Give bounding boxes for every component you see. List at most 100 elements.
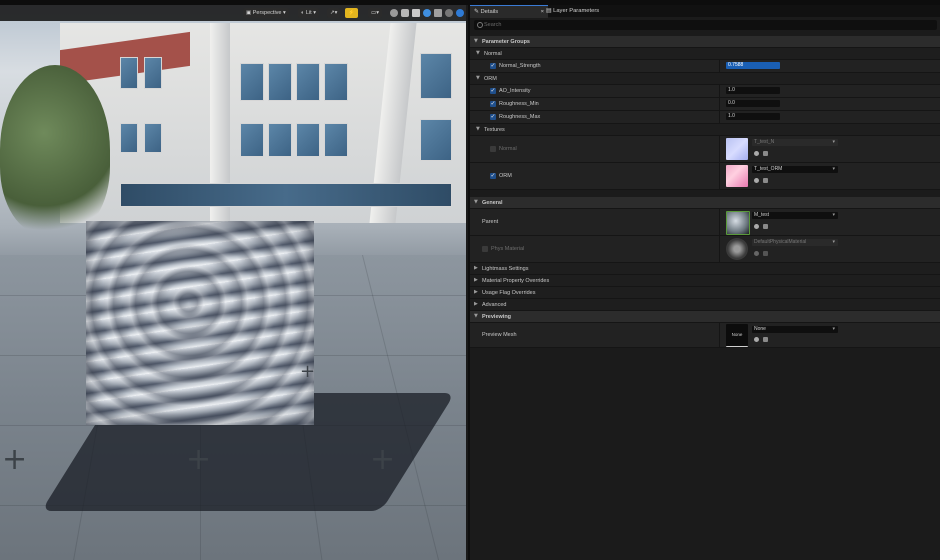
settings-icon[interactable] [456, 9, 464, 17]
section-previewing[interactable]: ▼ Previewing [470, 311, 940, 323]
browse-icon[interactable] [754, 151, 759, 156]
normal-texture-checkbox[interactable] [490, 146, 496, 152]
mesh-icon[interactable] [445, 9, 453, 17]
orm-texture-asset-picker[interactable]: T_test_ORM ▾ [752, 166, 838, 173]
layout-icon: ▭▾ [371, 10, 379, 16]
teapot-icon[interactable] [434, 9, 442, 17]
section-label: Parameter Groups [482, 38, 530, 45]
group-label: Normal [484, 50, 502, 57]
sphere-icon[interactable] [390, 9, 398, 17]
param-row-roughness-min: Roughness_Min 0.0 [470, 98, 940, 111]
folder-icon[interactable] [763, 178, 768, 183]
cube-icon[interactable] [423, 9, 431, 17]
ao-intensity-checkbox[interactable] [490, 87, 496, 94]
parent-material-thumbnail[interactable] [726, 211, 750, 235]
column-divider [719, 236, 720, 262]
building-window [420, 53, 452, 99]
param-label: Normal [499, 146, 517, 152]
browse-icon[interactable] [754, 251, 759, 256]
normal-strength-checkbox[interactable] [490, 62, 496, 69]
tab-layer-parameters[interactable]: ▤ Layer Parameters [542, 5, 640, 17]
folder-icon[interactable] [763, 251, 768, 256]
roughness-min-checkbox[interactable] [490, 100, 496, 107]
perspective-label: Perspective [252, 10, 282, 16]
browse-icon[interactable] [754, 224, 759, 229]
param-label: Roughness_Min [499, 101, 539, 107]
preview-mesh-picker[interactable]: None ▾ [752, 326, 838, 333]
phys-material-thumbnail[interactable] [726, 238, 748, 260]
perspective-dropdown[interactable]: ▣ Perspective ▾ [243, 8, 289, 18]
orm-texture-checkbox[interactable] [490, 172, 496, 179]
collapse-arrow-icon: ▼ [474, 38, 478, 44]
group-orm[interactable]: ▼ ORM [470, 73, 940, 85]
building-window [324, 63, 348, 101]
plane-icon[interactable] [412, 9, 420, 17]
ao-intensity-field[interactable]: 1.0 [726, 87, 780, 94]
asset-name: M_test [754, 212, 770, 218]
building-window [420, 119, 452, 161]
normal-texture-thumbnail[interactable] [726, 138, 748, 160]
roughness-max-checkbox[interactable] [490, 113, 496, 120]
building-window [268, 123, 292, 157]
details-panel: ✎ Details × ▤ Layer Parameters Search ▼ … [468, 5, 940, 560]
collapse-arrow-icon: ▼ [476, 50, 480, 56]
param-label: Normal_Strength [499, 63, 541, 69]
folder-icon[interactable] [763, 151, 768, 156]
section-advanced[interactable]: ▶ Advanced [470, 299, 940, 311]
expand-arrow-icon: ▶ [474, 265, 478, 271]
param-label: AO_Intensity [499, 88, 531, 94]
param-row-ao-intensity: AO_Intensity 1.0 [470, 85, 940, 98]
cylinder-icon[interactable] [401, 9, 409, 17]
search-placeholder: Search [484, 22, 502, 28]
preview-mesh-thumbnail[interactable]: None [726, 324, 748, 347]
section-label: Advanced [482, 301, 507, 308]
param-row-normal-strength: Normal_Strength 0.7588 [470, 60, 940, 73]
lit-dropdown[interactable]: ◐ Lit ▾ [298, 8, 319, 18]
browse-icon[interactable] [754, 337, 759, 342]
tab-details[interactable]: ✎ Details × [470, 5, 548, 18]
grid-origin-marker: + [300, 361, 316, 382]
section-material-property-overrides[interactable]: ▶ Material Property Overrides [470, 275, 940, 287]
browse-icon[interactable] [754, 178, 759, 183]
grid-origin-marker: + [186, 442, 212, 477]
search-icon [477, 22, 483, 28]
realtime-toggle-button[interactable]: ⚡ [345, 8, 358, 18]
building-window [144, 123, 162, 153]
expand-arrow-icon: ▶ [474, 277, 478, 283]
section-parameter-groups[interactable]: ▼ Parameter Groups [470, 36, 940, 48]
phys-material-picker[interactable]: DefaultPhysicalMaterial ▾ [752, 239, 838, 246]
chevron-down-icon: ▾ [311, 10, 316, 16]
column-divider [719, 136, 720, 162]
material-preview-viewport[interactable]: + + + + ▣ Perspective ▾ ◐ Lit ▾ ↗▾ ⚡ ▭▾ [0, 5, 466, 560]
parent-material-picker[interactable]: M_test ▾ [752, 212, 838, 219]
section-general[interactable]: ▼ General [470, 197, 940, 209]
normal-texture-asset-picker[interactable]: T_test_N ▾ [752, 139, 838, 146]
normal-strength-field[interactable]: 0.7588 [726, 62, 780, 69]
building-window [296, 63, 320, 101]
asset-name: None [754, 326, 766, 332]
search-input[interactable]: Search [474, 20, 937, 30]
show-flags-dropdown[interactable]: ↗▾ [327, 8, 341, 18]
layout-dropdown[interactable]: ▭▾ [368, 8, 382, 18]
building-window [144, 57, 162, 89]
folder-icon[interactable] [763, 224, 768, 229]
chevron-down-icon: ▾ [832, 212, 835, 218]
param-label: Phys Material [491, 246, 525, 252]
building-window [240, 63, 264, 101]
chevron-down-icon: ▾ [832, 166, 835, 172]
column-divider [719, 111, 720, 123]
orm-texture-thumbnail[interactable] [726, 165, 748, 187]
phys-material-checkbox[interactable] [482, 246, 488, 252]
column-divider [719, 85, 720, 97]
section-usage-flag-overrides[interactable]: ▶ Usage Flag Overrides [470, 287, 940, 299]
roughness-max-field[interactable]: 1.0 [726, 113, 780, 120]
asset-name: DefaultPhysicalMaterial [754, 239, 807, 245]
background-building [60, 23, 466, 223]
group-textures[interactable]: ▼ Textures [470, 124, 940, 136]
group-normal[interactable]: ▼ Normal [470, 48, 940, 60]
roughness-min-field[interactable]: 0.0 [726, 100, 780, 107]
section-lightmass-settings[interactable]: ▶ Lightmass Settings [470, 263, 940, 275]
column-divider [719, 98, 720, 110]
building-window [240, 123, 264, 157]
folder-icon[interactable] [763, 337, 768, 342]
